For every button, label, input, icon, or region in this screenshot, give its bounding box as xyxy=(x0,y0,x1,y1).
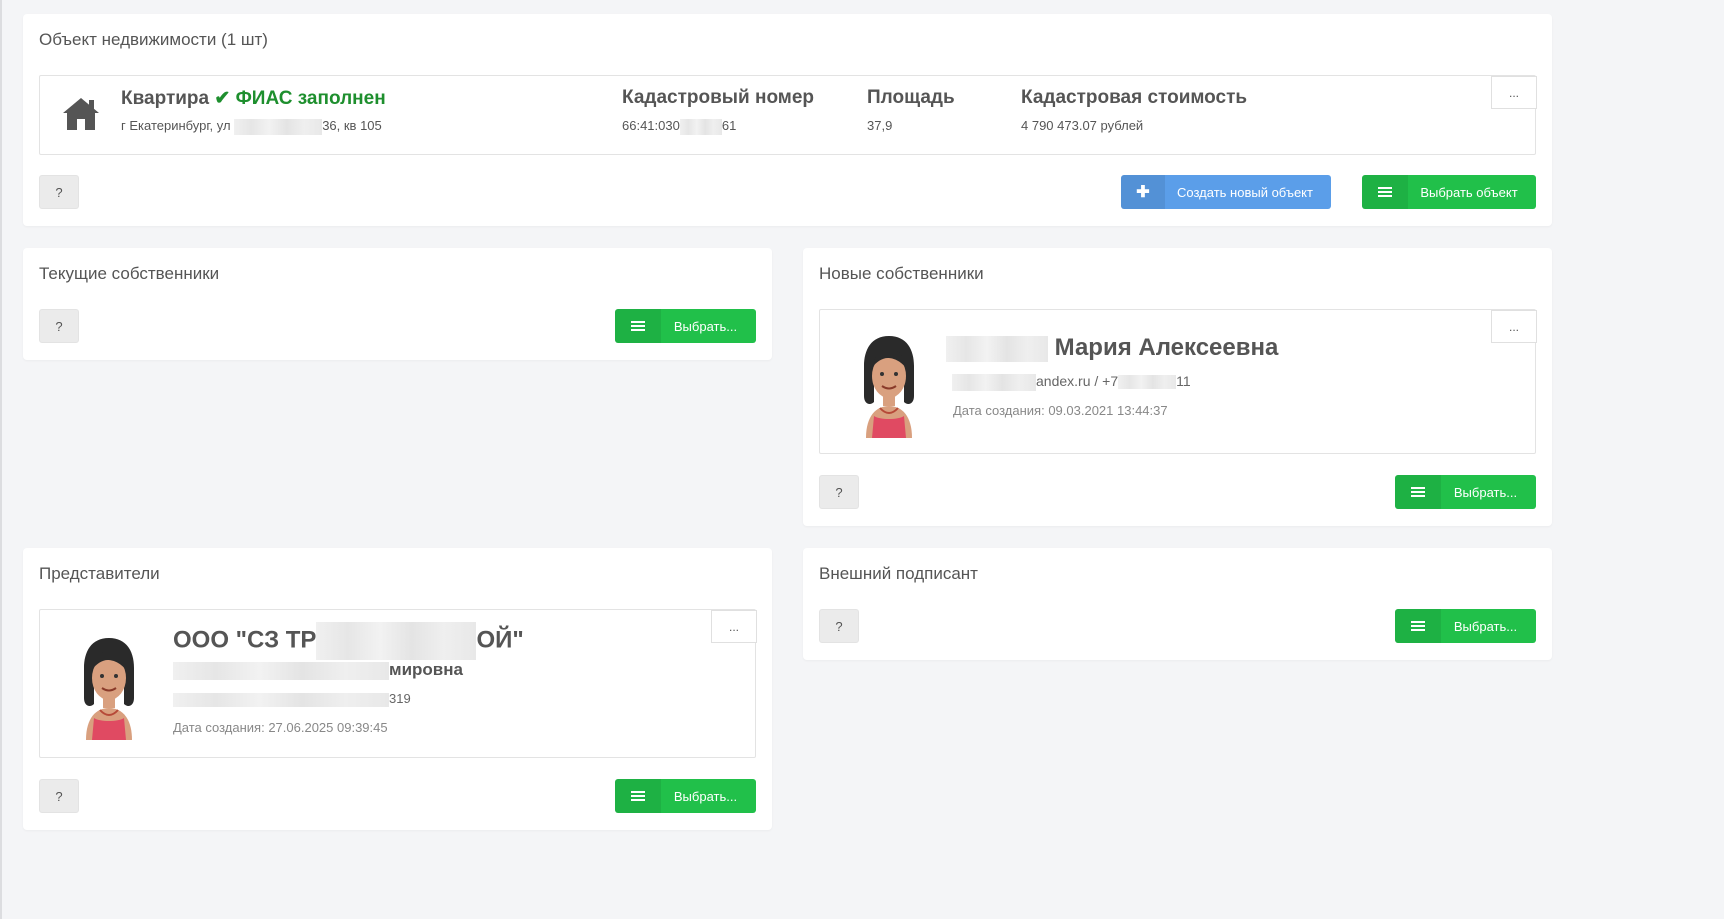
owner-name: Мария Алексеевна xyxy=(946,334,1278,362)
select-object-label: Выбрать объект xyxy=(1420,184,1518,200)
redacted-block xyxy=(1118,375,1177,390)
owner-more-button[interactable]: ... xyxy=(1491,310,1537,343)
redacted-block xyxy=(173,661,389,680)
new-owners-help-button[interactable]: ? xyxy=(819,475,859,509)
select-label: Выбрать... xyxy=(673,788,738,804)
owner-card: Мария Алексеевна andex.ru / +7 11 Дата со… xyxy=(819,309,1537,454)
new-owners-panel: Новые собственники Мария Алексеевна ande… xyxy=(803,248,1552,526)
property-type: Квартира xyxy=(121,88,210,109)
owner-name-text: Мария Алексеевна xyxy=(1054,334,1279,361)
representatives-help-button[interactable]: ? xyxy=(39,779,79,813)
cost-label: Кадастровая стоимость xyxy=(1021,87,1248,108)
org-suffix: ОЙ" xyxy=(476,626,524,654)
list-icon xyxy=(1362,175,1408,209)
house-icon xyxy=(63,98,99,130)
cadastral-prefix: 66:41:030 xyxy=(622,118,680,133)
check-icon: ✔ xyxy=(214,88,231,109)
area-value: 37,9 xyxy=(867,118,893,133)
select-object-button[interactable]: Выбрать объект xyxy=(1362,175,1536,209)
property-more-button[interactable]: ... xyxy=(1491,76,1537,109)
new-owners-select-button[interactable]: Выбрать... xyxy=(1395,475,1536,509)
panel-title: Текущие собственники xyxy=(39,264,220,283)
redacted-block xyxy=(234,118,323,135)
external-signer-select-button[interactable]: Выбрать... xyxy=(1395,609,1536,643)
select-label: Выбрать... xyxy=(1453,484,1518,500)
owner-contacts: andex.ru / +7 11 xyxy=(952,373,1191,391)
property-card: Квартира ✔ ФИАС заполнен г Екатеринбург,… xyxy=(39,75,1537,155)
cost-value: 4 790 473.07 рублей xyxy=(1021,118,1144,133)
current-owners-panel: Текущие собственники ? Выбрать... xyxy=(23,248,772,360)
redacted-block xyxy=(952,373,1036,391)
panel-title: Объект недвижимости (1 шт) xyxy=(39,30,268,49)
representative-contacts: 319 xyxy=(173,691,411,707)
cadastral-label: Кадастровый номер xyxy=(622,87,815,108)
cadastral-suffix: 61 xyxy=(721,118,737,133)
current-owners-help-button[interactable]: ? xyxy=(39,309,79,343)
redacted-block xyxy=(679,118,722,135)
list-icon xyxy=(615,779,661,813)
address-suffix: 36, кв 105 xyxy=(322,118,382,133)
list-icon xyxy=(1395,609,1441,643)
create-object-label: Создать новый объект xyxy=(1177,184,1313,200)
external-signer-panel: Внешний подписант ? Выбрать... xyxy=(803,548,1552,660)
representative-person: мировна xyxy=(173,660,463,680)
representative-more-button[interactable]: ... xyxy=(711,610,757,643)
avatar xyxy=(84,638,134,740)
redacted-block xyxy=(316,622,477,660)
external-signer-help-button[interactable]: ? xyxy=(819,609,859,643)
plus-icon: ✚ xyxy=(1121,175,1165,209)
avatar xyxy=(864,336,914,438)
property-panel: Объект недвижимости (1 шт) Квартира ✔ ФИ… xyxy=(23,14,1552,226)
panel-title: Новые собственники xyxy=(819,264,984,283)
representative-card: ООО "СЗ ТР ОЙ" мировна 319 Дата создания:… xyxy=(39,609,757,758)
redacted-block xyxy=(946,335,1048,362)
owner-contact-suffix: 11 xyxy=(1176,373,1191,389)
cadastral-value: 66:41:030 61 xyxy=(622,118,736,135)
contact-suffix: 319 xyxy=(389,691,411,706)
org-prefix: ООО "СЗ ТР xyxy=(173,626,317,654)
fias-status: ФИАС заполнен xyxy=(235,88,386,109)
owner-created: Дата создания: 09.03.2021 13:44:37 xyxy=(953,403,1168,418)
property-type-line: Квартира ✔ ФИАС заполнен xyxy=(121,87,386,110)
redacted-block xyxy=(173,692,389,707)
property-address: г Екатеринбург, ул 36, кв 105 xyxy=(121,118,382,135)
person-suffix: мировна xyxy=(389,660,463,679)
address-prefix: г Екатеринбург, ул xyxy=(121,118,235,133)
list-icon xyxy=(615,309,661,343)
representatives-select-button[interactable]: Выбрать... xyxy=(615,779,756,813)
representatives-panel: Представители ООО "СЗ ТР ОЙ" мировна 319 … xyxy=(23,548,772,830)
select-label: Выбрать... xyxy=(1453,618,1518,634)
property-help-button[interactable]: ? xyxy=(39,175,79,209)
representative-org: ООО "СЗ ТР ОЙ" xyxy=(173,622,524,660)
panel-title: Представители xyxy=(39,564,160,583)
select-label: Выбрать... xyxy=(673,318,738,334)
representative-created: Дата создания: 27.06.2025 09:39:45 xyxy=(173,720,388,735)
left-edge-rule xyxy=(0,0,2,919)
create-object-button[interactable]: ✚ Создать новый объект xyxy=(1121,175,1331,209)
owner-contact-middle: andex.ru / +7 xyxy=(1036,373,1119,389)
list-icon xyxy=(1395,475,1441,509)
current-owners-select-button[interactable]: Выбрать... xyxy=(615,309,756,343)
panel-title: Внешний подписант xyxy=(819,564,978,583)
area-label: Площадь xyxy=(867,87,955,108)
